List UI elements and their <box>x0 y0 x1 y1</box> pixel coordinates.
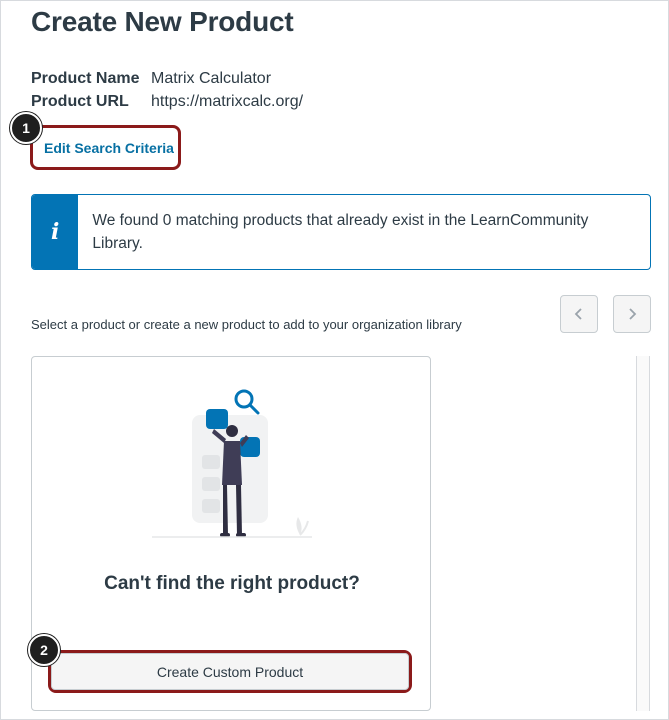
card-heading: Can't find the right product? <box>104 573 360 594</box>
alert-message: We found 0 matching products that alread… <box>92 212 589 252</box>
product-info: Product Name Matrix Calculator Product U… <box>31 70 303 111</box>
page-title: Create New Product <box>31 6 294 37</box>
edit-search-criteria-link[interactable]: Edit Search Criteria <box>44 140 174 156</box>
product-name-label: Product Name <box>31 70 140 87</box>
create-custom-product-button[interactable]: Create Custom Product <box>51 653 409 690</box>
search-person-illustration <box>152 389 312 538</box>
chevron-left-icon <box>574 308 582 320</box>
next-page-button[interactable] <box>613 295 651 333</box>
info-alert: i We found 0 matching products that alre… <box>31 194 651 270</box>
chevron-right-icon <box>629 308 637 320</box>
product-url-label: Product URL <box>31 93 129 110</box>
product-url-value: https://matrixcalc.org/ <box>151 93 304 110</box>
product-name-value: Matrix Calculator <box>151 70 272 87</box>
horizontal-list-edge <box>636 356 650 711</box>
callout-number-1: 1 <box>10 112 42 144</box>
select-prompt: Select a product or create a new product… <box>31 317 462 332</box>
callout-number-2: 2 <box>28 634 60 666</box>
info-icon: i <box>32 195 79 269</box>
previous-page-button[interactable] <box>560 295 598 333</box>
